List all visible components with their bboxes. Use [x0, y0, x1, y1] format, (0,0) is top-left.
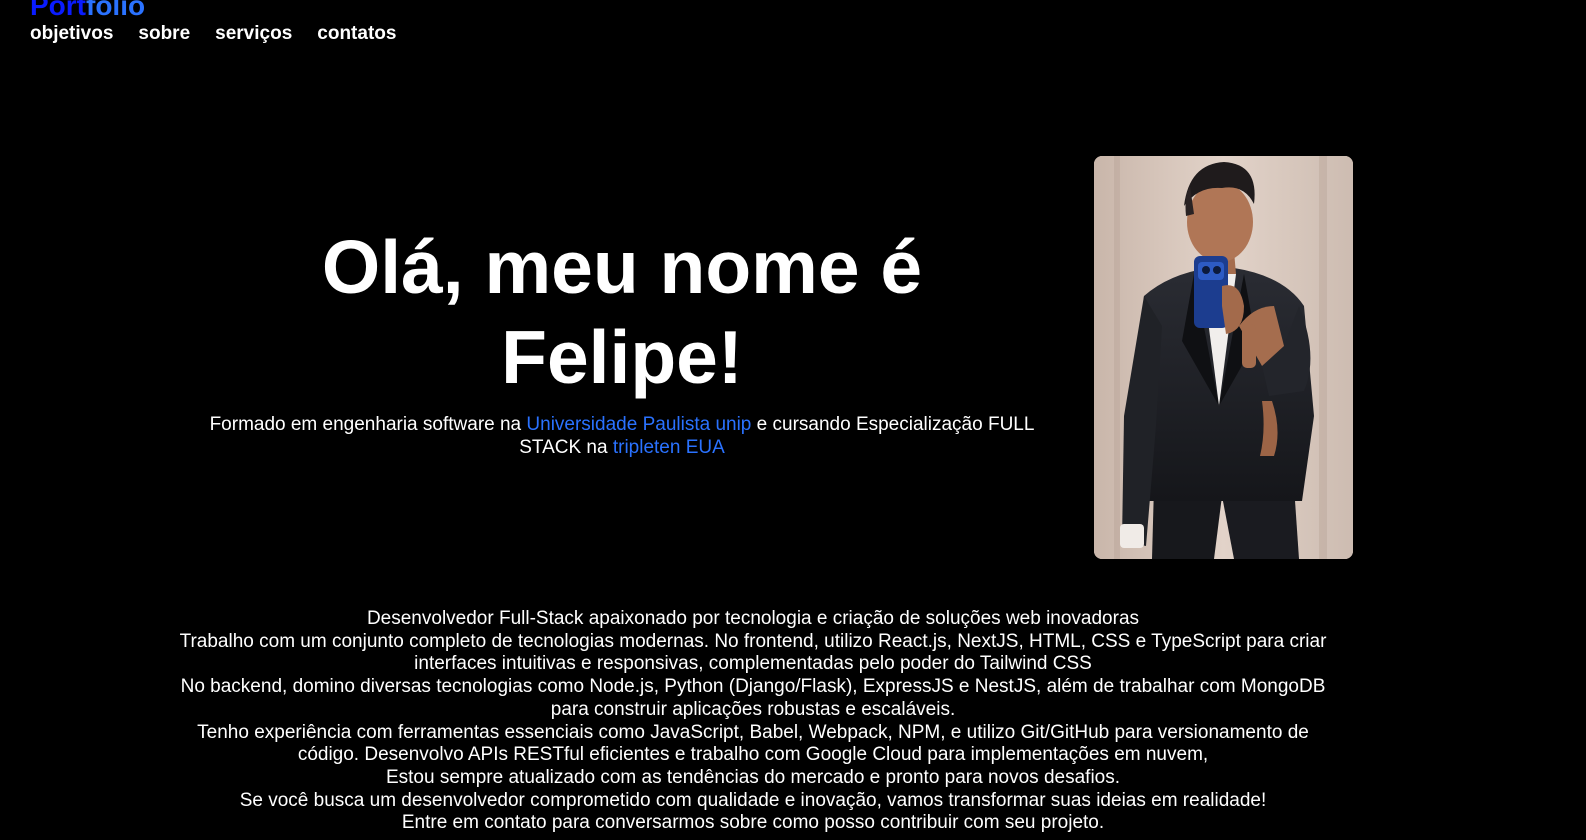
- hero-title: Olá, meu nome é Felipe!: [321, 225, 923, 399]
- about-line: Trabalho com um conjunto completo de tec…: [179, 630, 1327, 675]
- about-line: Entre em contato para conversarmos sobre…: [401, 812, 1105, 834]
- profile-photo: [1094, 156, 1353, 559]
- nav-servicos[interactable]: serviços: [215, 22, 292, 46]
- about-line: Estou sempre atualizado com as tendência…: [385, 766, 1121, 788]
- nav-sobre[interactable]: sobre: [138, 22, 190, 46]
- about-line: Desenvolvedor Full-Stack apaixonado por …: [366, 608, 1140, 629]
- hero-subtitle: Formado em engenharia software na Univer…: [182, 413, 1062, 459]
- logo-part1: Port: [30, 0, 86, 21]
- nav-objetivos[interactable]: objetivos: [30, 22, 113, 46]
- hero-subtitle-prefix: Formado em engenharia software na: [209, 414, 527, 435]
- nav-contatos[interactable]: contatos: [317, 22, 396, 46]
- about-line: Tenho experiência com ferramentas essenc…: [197, 721, 1309, 766]
- logo[interactable]: Portfolio: [30, 0, 145, 22]
- page: Portfolio objetivos sobre serviços conta…: [0, 0, 1586, 840]
- about-line: Se você busca um desenvolvedor compromet…: [239, 789, 1267, 811]
- about-section: Desenvolvedor Full-Stack apaixonado por …: [165, 608, 1341, 835]
- course-link[interactable]: tripleten EUA: [613, 437, 725, 458]
- logo-part2: folio: [86, 0, 146, 21]
- about-line: No backend, domino diversas tecnologias …: [180, 676, 1326, 720]
- university-link[interactable]: Universidade Paulista unip: [526, 414, 751, 435]
- main-nav: objetivos sobre serviços contatos: [30, 22, 396, 46]
